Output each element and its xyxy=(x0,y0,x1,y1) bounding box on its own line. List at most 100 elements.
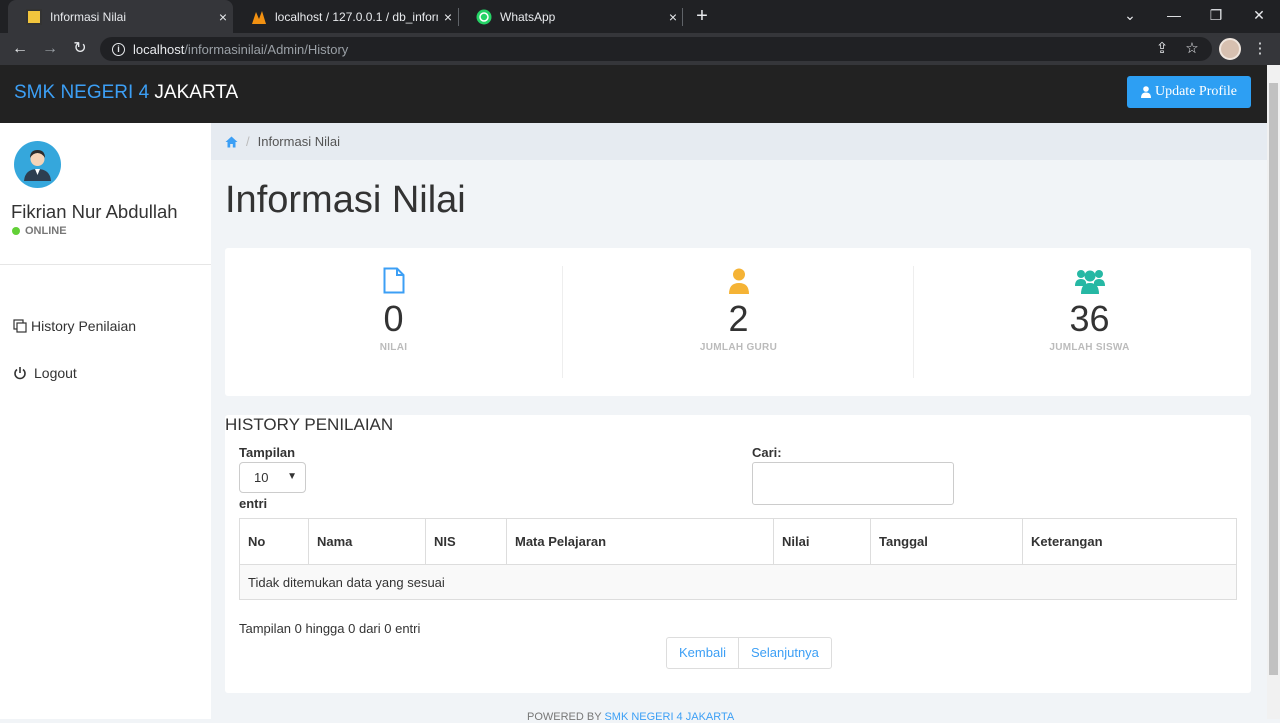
url-path: /informasinilai/Admin/History xyxy=(184,41,349,57)
share-icon[interactable]: ⇪ xyxy=(1150,37,1174,61)
vertical-scrollbar[interactable] xyxy=(1267,65,1280,719)
stat-jumlah-siswa: 36 JUMLAH SISWA xyxy=(921,266,1258,378)
main-content: / Informasi Nilai Informasi Nilai 0 NILA… xyxy=(211,123,1267,723)
minimize-icon[interactable]: — xyxy=(1152,0,1196,33)
profile-avatar-icon[interactable] xyxy=(1219,38,1241,60)
stat-label: JUMLAH SISWA xyxy=(1049,342,1130,353)
history-table: No Nama NIS Mata Pelajaran Nilai Tanggal… xyxy=(239,518,1237,600)
column-header[interactable]: No xyxy=(239,518,309,565)
browser-tab-bar: Informasi Nilai × localhost / 127.0.0.1 … xyxy=(0,0,1280,33)
site-info-icon[interactable]: i xyxy=(112,42,125,56)
tab-title: WhatsApp xyxy=(500,9,556,24)
stat-value: 0 xyxy=(383,298,404,339)
panel-title: HISTORY PENILAIAN xyxy=(225,415,394,434)
column-header[interactable]: Nama xyxy=(308,518,426,565)
tab-divider xyxy=(682,8,683,26)
phpmyadmin-favicon-icon xyxy=(251,9,267,25)
tab-close-icon[interactable]: × xyxy=(213,9,233,25)
app-top-navbar: SMK NEGERI 4 JAKARTA Update Profile xyxy=(0,65,1267,123)
tab-search-chevron-icon[interactable]: ⌄ xyxy=(1108,0,1152,33)
stat-label: JUMLAH GURU xyxy=(699,342,778,353)
online-status: ONLINE xyxy=(12,225,67,237)
whatsapp-icon xyxy=(476,9,492,25)
sidebar-divider xyxy=(0,264,211,265)
home-icon[interactable] xyxy=(225,136,238,148)
breadcrumb-current: Informasi Nilai xyxy=(257,134,340,149)
tab-close-icon[interactable]: × xyxy=(663,9,683,25)
tab-phpmyadmin[interactable]: localhost / 127.0.0.1 / db_informa × xyxy=(233,0,458,33)
sidebar-item-logout[interactable]: Logout xyxy=(13,365,77,381)
pagination: Kembali Selanjutnya xyxy=(666,637,832,669)
tab-title: Informasi Nilai xyxy=(50,9,127,24)
chevron-down-icon: ▼ xyxy=(287,471,297,482)
show-entries-label: Tampilan xyxy=(239,445,296,460)
reload-icon[interactable]: ↻ xyxy=(68,37,92,61)
status-label: ONLINE xyxy=(25,225,67,237)
brand-part-2: JAKARTA xyxy=(149,82,239,103)
stat-jumlah-guru: 2 JUMLAH GURU xyxy=(570,266,907,378)
power-icon xyxy=(14,367,26,380)
users-group-icon xyxy=(921,266,1258,294)
new-tab-button[interactable]: + xyxy=(690,4,714,28)
stats-panel: 0 NILAI 2 JUMLAH GURU 36 JUMLAH SISWA xyxy=(225,248,1251,396)
next-page-button[interactable]: Selanjutnya xyxy=(737,638,831,668)
update-profile-button[interactable]: Update Profile xyxy=(1127,76,1251,108)
bookmark-star-icon[interactable]: ☆ xyxy=(1180,37,1204,61)
breadcrumb-separator: / xyxy=(246,134,250,149)
close-window-icon[interactable]: ✕ xyxy=(1237,0,1280,33)
table-row: Tidak ditemukan data yang sesuai xyxy=(239,564,1237,600)
copy-icon xyxy=(13,319,27,333)
sidebar-item-history-penilaian[interactable]: History Penilaian xyxy=(13,318,136,334)
page-title: Informasi Nilai xyxy=(225,179,466,221)
entries-label: entri xyxy=(239,496,268,511)
footer: POWERED BY SMK NEGERI 4 JAKARTA xyxy=(527,711,734,723)
footer-link[interactable]: SMK NEGERI 4 JAKARTA xyxy=(604,711,734,723)
user-avatar-icon xyxy=(24,150,51,181)
empty-table-message: Tidak ditemukan data yang sesuai xyxy=(239,564,1237,600)
table-header-row: No Nama NIS Mata Pelajaran Nilai Tanggal… xyxy=(239,518,1237,565)
previous-page-button[interactable]: Kembali xyxy=(667,638,738,668)
file-icon xyxy=(225,266,562,294)
history-panel: HISTORY PENILAIAN Tampilan 10 ▼ entri Ca… xyxy=(225,415,1251,693)
column-header[interactable]: Keterangan xyxy=(1022,518,1237,565)
back-arrow-icon[interactable]: ← xyxy=(8,37,32,61)
sidebar-item-label: Logout xyxy=(34,365,77,381)
stat-nilai: 0 NILAI xyxy=(225,266,562,378)
entries-per-page-select[interactable]: 10 ▼ xyxy=(239,462,306,493)
browser-address-bar: ← → ↻ i localhost/informasinilai/Admin/H… xyxy=(0,33,1280,65)
user-name: Fikrian Nur Abdullah xyxy=(11,201,178,222)
column-header[interactable]: NIS xyxy=(425,518,507,565)
site-favicon-icon xyxy=(26,8,42,25)
brand-title[interactable]: SMK NEGERI 4 JAKARTA xyxy=(14,82,238,104)
tab-title: localhost / 127.0.0.1 / db_informa xyxy=(275,9,438,24)
stat-label: NILAI xyxy=(379,342,408,353)
avatar xyxy=(14,141,61,188)
column-header[interactable]: Nilai xyxy=(773,518,871,565)
online-dot-icon xyxy=(12,227,20,235)
browser-menu-icon[interactable]: ⋮ xyxy=(1248,37,1272,61)
column-header[interactable]: Tanggal xyxy=(870,518,1023,565)
sidebar: Fikrian Nur Abdullah ONLINE History Peni… xyxy=(0,123,211,719)
footer-prefix: POWERED BY xyxy=(527,711,605,723)
forward-arrow-icon[interactable]: → xyxy=(38,37,62,61)
search-label: Cari: xyxy=(752,445,782,460)
brand-part-1: SMK NEGERI 4 xyxy=(14,82,150,103)
tab-close-icon[interactable]: × xyxy=(438,9,458,25)
scrollbar-thumb[interactable] xyxy=(1269,83,1278,675)
stat-divider xyxy=(562,266,563,378)
update-profile-label: Update Profile xyxy=(1154,84,1238,99)
search-input[interactable] xyxy=(752,462,954,505)
tab-whatsapp[interactable]: WhatsApp × xyxy=(458,0,683,33)
stat-divider xyxy=(913,266,914,378)
sidebar-item-label: History Penilaian xyxy=(31,318,137,334)
restore-icon[interactable]: ❐ xyxy=(1194,0,1238,33)
url-host: localhost xyxy=(133,41,185,57)
breadcrumb: / Informasi Nilai xyxy=(211,123,1267,160)
url-field[interactable]: i localhost/informasinilai/Admin/History xyxy=(100,37,1212,61)
stat-value: 2 xyxy=(728,298,749,339)
column-header[interactable]: Mata Pelajaran xyxy=(506,518,774,565)
user-icon xyxy=(1140,86,1151,98)
tab-informasi-nilai[interactable]: Informasi Nilai × xyxy=(8,0,233,33)
stat-value: 36 xyxy=(1069,298,1110,339)
user-icon xyxy=(570,266,907,294)
